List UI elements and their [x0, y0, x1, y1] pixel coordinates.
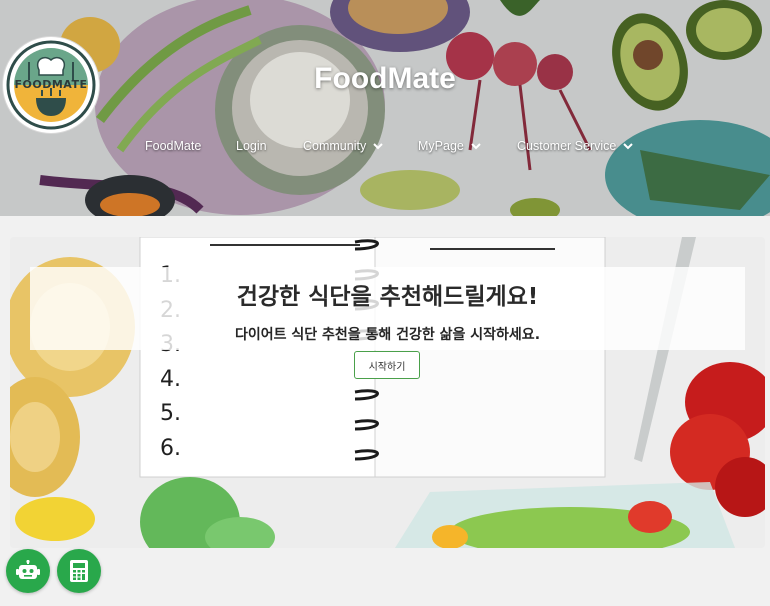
nav-item-login[interactable]: Login	[236, 137, 267, 155]
nav-item-label: Customer Service	[517, 139, 617, 153]
site-header: FOODMATE FoodMate FoodMate Login Communi…	[0, 0, 770, 216]
site-title: FoodMate	[314, 62, 456, 95]
chatbot-button[interactable]	[6, 549, 50, 593]
chevron-down-icon	[623, 143, 634, 150]
start-button[interactable]: 시작하기	[354, 351, 420, 379]
nav-item-customer-service[interactable]: Customer Service	[517, 137, 635, 155]
chevron-down-icon	[471, 143, 481, 150]
hero-banner: 1. 2. 3. 4. 5. 6. 건강한 식단을 추천해드릴게요! 다이어트 …	[10, 237, 765, 548]
robot-icon	[16, 560, 40, 579]
notebook-number: 6.	[160, 435, 181, 461]
chevron-down-icon	[373, 143, 383, 150]
calculator-icon	[70, 560, 88, 582]
notebook-number: 5.	[160, 401, 181, 427]
nav-item-label: Login	[236, 139, 267, 153]
nav-item-foodmate[interactable]: FoodMate	[145, 137, 201, 155]
notebook-number: 4.	[160, 366, 181, 392]
hero-title: 건강한 식단을 추천해드릴게요!	[236, 284, 539, 310]
hero-subtitle: 다이어트 식단 추천을 통해 건강한 삶을 시작하세요.	[234, 327, 541, 343]
header-background-image	[0, 0, 770, 216]
main-navigation: FoodMate Login Community MyPage Customer…	[0, 137, 770, 157]
nav-item-community[interactable]: Community	[303, 137, 385, 155]
nav-item-label: MyPage	[418, 139, 464, 153]
nav-item-label: Community	[303, 139, 367, 153]
nav-item-mypage[interactable]: MyPage	[418, 137, 483, 155]
calculator-button[interactable]	[57, 549, 101, 593]
nav-item-label: FoodMate	[145, 139, 202, 153]
